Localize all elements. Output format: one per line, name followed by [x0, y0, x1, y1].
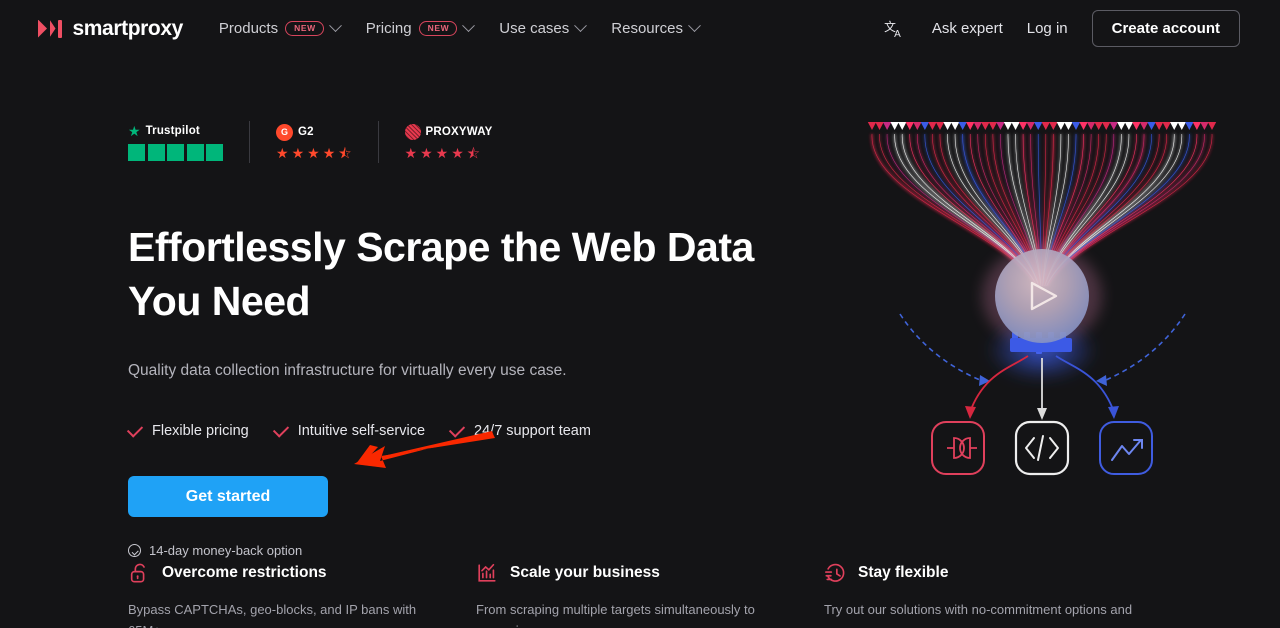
ask-expert-link[interactable]: Ask expert: [932, 20, 1003, 37]
g2-badge[interactable]: G G2 ★ ★ ★ ★ ⯪: [276, 123, 352, 161]
unlock-icon: [128, 562, 150, 584]
nav-label: Resources: [611, 20, 683, 37]
proxyway-badge[interactable]: PROXYWAY ★ ★ ★ ★ ⯪: [404, 124, 493, 161]
check-icon: [126, 421, 144, 438]
list-item: Intuitive self-service: [272, 421, 426, 440]
chevron-down-icon: [574, 19, 588, 33]
feature-label: Flexible pricing: [152, 423, 249, 440]
card-title: Overcome restrictions: [162, 564, 327, 581]
node-code-brackets: [1014, 420, 1070, 476]
nav-label: Pricing: [365, 20, 412, 37]
card-scale-your-business: Scale your business From scraping multip…: [476, 562, 824, 628]
nav-item-resources[interactable]: Resources: [611, 19, 701, 37]
header-actions: 文 A Ask expert Log in Create account: [882, 10, 1240, 47]
trust-badges: ★ Trustpilot G G2 ★ ★ ★ ★ ⯪ PROXYWAY ★ ★…: [128, 120, 788, 164]
nav-item-use-cases[interactable]: Use cases: [499, 19, 588, 37]
proxy-network-funnel-illustration: [860, 100, 1280, 500]
logo-text: smartproxy: [72, 16, 184, 40]
main-nav: Products NEW Pricing NEW Use cases Resou…: [218, 19, 701, 37]
chevron-down-icon: [462, 19, 476, 33]
nav-item-pricing[interactable]: Pricing NEW: [365, 19, 476, 37]
card-overcome-restrictions: Overcome restrictions Bypass CAPTCHAs, g…: [128, 562, 476, 628]
badge-divider: [249, 121, 250, 163]
node-trending-chart: [1099, 421, 1153, 475]
chevron-down-icon: [688, 19, 701, 33]
logo[interactable]: smartproxy: [38, 17, 183, 41]
feature-label: 24/7 support team: [474, 423, 591, 440]
money-back-note: 14-day money-back option: [128, 543, 788, 558]
node-plug-connect: [931, 421, 985, 475]
trustpilot-star-icon: ★: [128, 122, 141, 139]
g2-rating: ★ ★ ★ ★ ⯪: [276, 144, 352, 161]
badge-divider: [377, 121, 379, 163]
card-description: Bypass CAPTCHAs, geo-blocks, and IP bans…: [128, 602, 417, 628]
card-title: Stay flexible: [858, 564, 949, 581]
hero-feature-list: Flexible pricing Intuitive self-service …: [126, 421, 788, 440]
site-header: smartproxy Products NEW Pricing NEW Use …: [0, 0, 1280, 57]
card-description: Try out our solutions with no-commitment…: [824, 602, 1133, 617]
list-item: 24/7 support team: [448, 421, 591, 440]
nav-label: Products: [218, 20, 279, 37]
card-description: From scraping multiple targets simultane…: [476, 602, 755, 628]
log-in-link[interactable]: Log in: [1027, 20, 1068, 37]
trustpilot-rating: [128, 144, 223, 161]
nav-item-products[interactable]: Products NEW: [218, 19, 342, 37]
check-icon: [448, 421, 466, 438]
check-icon: [272, 421, 289, 438]
hero-section: ★ Trustpilot G G2 ★ ★ ★ ★ ⯪ PROXYWAY ★ ★…: [126, 120, 788, 558]
new-badge: NEW: [285, 21, 324, 36]
list-item: Flexible pricing: [126, 421, 249, 440]
feature-label: Intuitive self-service: [297, 423, 426, 440]
smartproxy-play-bars-icon: [38, 19, 62, 38]
bar-chart-icon: [476, 562, 498, 584]
clock-fast-icon: [824, 562, 846, 584]
nav-label: Use cases: [499, 20, 570, 37]
check-circle-icon: [128, 544, 141, 558]
card-title: Scale your business: [510, 564, 660, 581]
g2-logo-icon: G: [276, 123, 293, 141]
trustpilot-badge[interactable]: ★ Trustpilot: [128, 123, 223, 161]
new-badge: NEW: [418, 21, 458, 36]
hero-subtitle: Quality data collection infrastructure f…: [128, 362, 567, 380]
svg-text:A: A: [894, 29, 901, 39]
translate-icon[interactable]: 文 A: [882, 17, 908, 41]
chevron-down-icon: [328, 19, 342, 33]
badge-label: Trustpilot: [145, 124, 200, 137]
page-title: Effortlessly Scrape the Web Data You Nee…: [128, 224, 754, 325]
badge-label: G2: [298, 126, 314, 138]
badge-label: PROXYWAY: [425, 126, 493, 138]
create-account-button[interactable]: Create account: [1091, 10, 1240, 47]
proxyway-rating: ★ ★ ★ ★ ⯪: [404, 144, 481, 161]
feature-cards: Overcome restrictions Bypass CAPTCHAs, g…: [128, 562, 1268, 628]
proxyway-logo-icon: [404, 124, 421, 140]
card-stay-flexible: Stay flexible Try out our solutions with…: [824, 562, 1172, 628]
money-back-label: 14-day money-back option: [149, 543, 303, 559]
get-started-button[interactable]: Get started: [128, 476, 328, 518]
